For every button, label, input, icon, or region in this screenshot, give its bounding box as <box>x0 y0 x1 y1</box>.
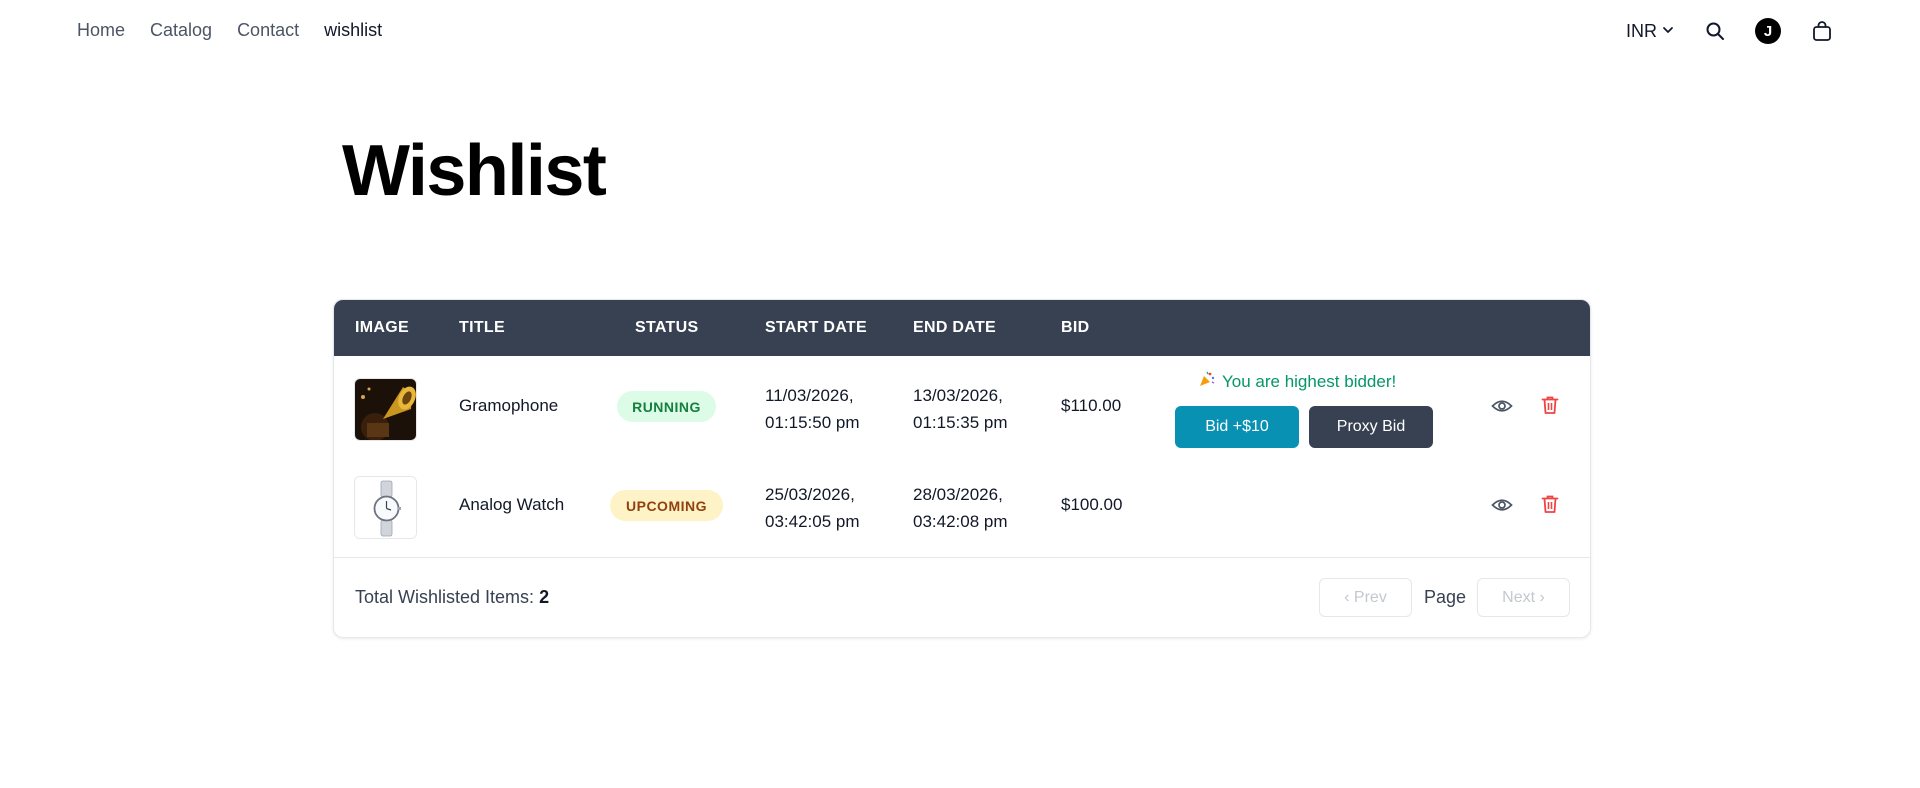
start-date-time: 01:15:50 pm <box>765 413 860 432</box>
item-title[interactable]: Analog Watch <box>459 495 564 515</box>
start-date-day: 11/03/2026, <box>765 386 854 405</box>
total-label: Total Wishlisted Items: <box>355 587 535 607</box>
watch-image[interactable] <box>354 476 417 539</box>
gramophone-image[interactable] <box>354 378 417 441</box>
prev-page-button[interactable]: ‹ Prev <box>1319 578 1412 617</box>
top-navigation: Home Catalog Contact wishlist INR J <box>0 0 1920 62</box>
start-date: 11/03/2026, 01:15:50 pm <box>765 382 860 436</box>
page-label: Page <box>1424 587 1467 607</box>
start-date-time: 03:42:05 pm <box>765 512 860 531</box>
table-row: Gramophone RUNNING 11/03/2026, 01:15:50 … <box>334 356 1590 457</box>
bid-amount: $110.00 <box>1061 396 1122 415</box>
status-badge: UPCOMING <box>610 490 723 521</box>
proxy-bid-button[interactable]: Proxy Bid <box>1309 406 1433 448</box>
eye-icon[interactable] <box>1491 495 1513 520</box>
start-date: 25/03/2026, 03:42:05 pm <box>765 481 860 535</box>
column-header-title: TITLE <box>459 319 505 336</box>
currency-selector[interactable]: INR <box>1626 21 1675 42</box>
chevron-down-icon <box>1661 21 1675 42</box>
eye-icon[interactable] <box>1491 396 1513 421</box>
currency-label: INR <box>1626 20 1657 41</box>
end-date-time: 01:15:35 pm <box>913 413 1008 432</box>
next-page-button[interactable]: Next › <box>1477 578 1570 617</box>
end-date-day: 13/03/2026, <box>913 386 1003 405</box>
column-header-end-date: END DATE <box>913 319 996 336</box>
highest-bidder-text: You are highest bidder! <box>1222 371 1397 391</box>
status-badge: RUNNING <box>617 391 716 422</box>
nav-link-home[interactable]: Home <box>77 20 125 41</box>
end-date-day: 28/03/2026, <box>913 485 1003 504</box>
table-footer: Total Wishlisted Items: 2 ‹ Prev Page Ne… <box>334 558 1590 637</box>
trash-icon[interactable] <box>1541 494 1559 519</box>
total-count: 2 <box>539 587 550 607</box>
nav-link-wishlist[interactable]: wishlist <box>324 20 382 41</box>
nav-actions: INR J <box>1626 14 1833 48</box>
avatar[interactable]: J <box>1755 18 1781 44</box>
nav-link-catalog[interactable]: Catalog <box>150 20 212 41</box>
total-wishlisted: Total Wishlisted Items: 2 <box>355 587 549 608</box>
end-date: 28/03/2026, 03:42:08 pm <box>913 481 1008 535</box>
nav-link-contact[interactable]: Contact <box>237 20 299 41</box>
end-date: 13/03/2026, 01:15:35 pm <box>913 382 1008 436</box>
column-header-start-date: START DATE <box>765 319 867 336</box>
party-popper-icon <box>1198 370 1216 393</box>
bid-amount: $100.00 <box>1061 495 1123 514</box>
main-nav: Home Catalog Contact wishlist <box>77 20 382 41</box>
table-header: IMAGE TITLE STATUS START DATE END DATE B… <box>334 300 1590 356</box>
wishlist-table: IMAGE TITLE STATUS START DATE END DATE B… <box>333 299 1591 638</box>
column-header-status: STATUS <box>635 319 699 336</box>
bid-increment-button[interactable]: Bid +$10 <box>1175 406 1299 448</box>
column-header-bid: BID <box>1061 319 1090 336</box>
trash-icon[interactable] <box>1541 395 1559 420</box>
search-icon[interactable] <box>1705 21 1725 41</box>
avatar-initial: J <box>1763 22 1773 40</box>
end-date-time: 03:42:08 pm <box>913 512 1008 531</box>
table-row: Analog Watch UPCOMING 25/03/2026, 03:42:… <box>334 457 1590 558</box>
column-header-image: IMAGE <box>355 319 409 336</box>
page-title: Wishlist <box>342 131 607 211</box>
highest-bidder-notice: You are highest bidder! <box>1198 370 1396 393</box>
start-date-day: 25/03/2026, <box>765 485 855 504</box>
item-title[interactable]: Gramophone <box>459 396 558 416</box>
shopping-bag-icon[interactable] <box>1811 20 1833 42</box>
